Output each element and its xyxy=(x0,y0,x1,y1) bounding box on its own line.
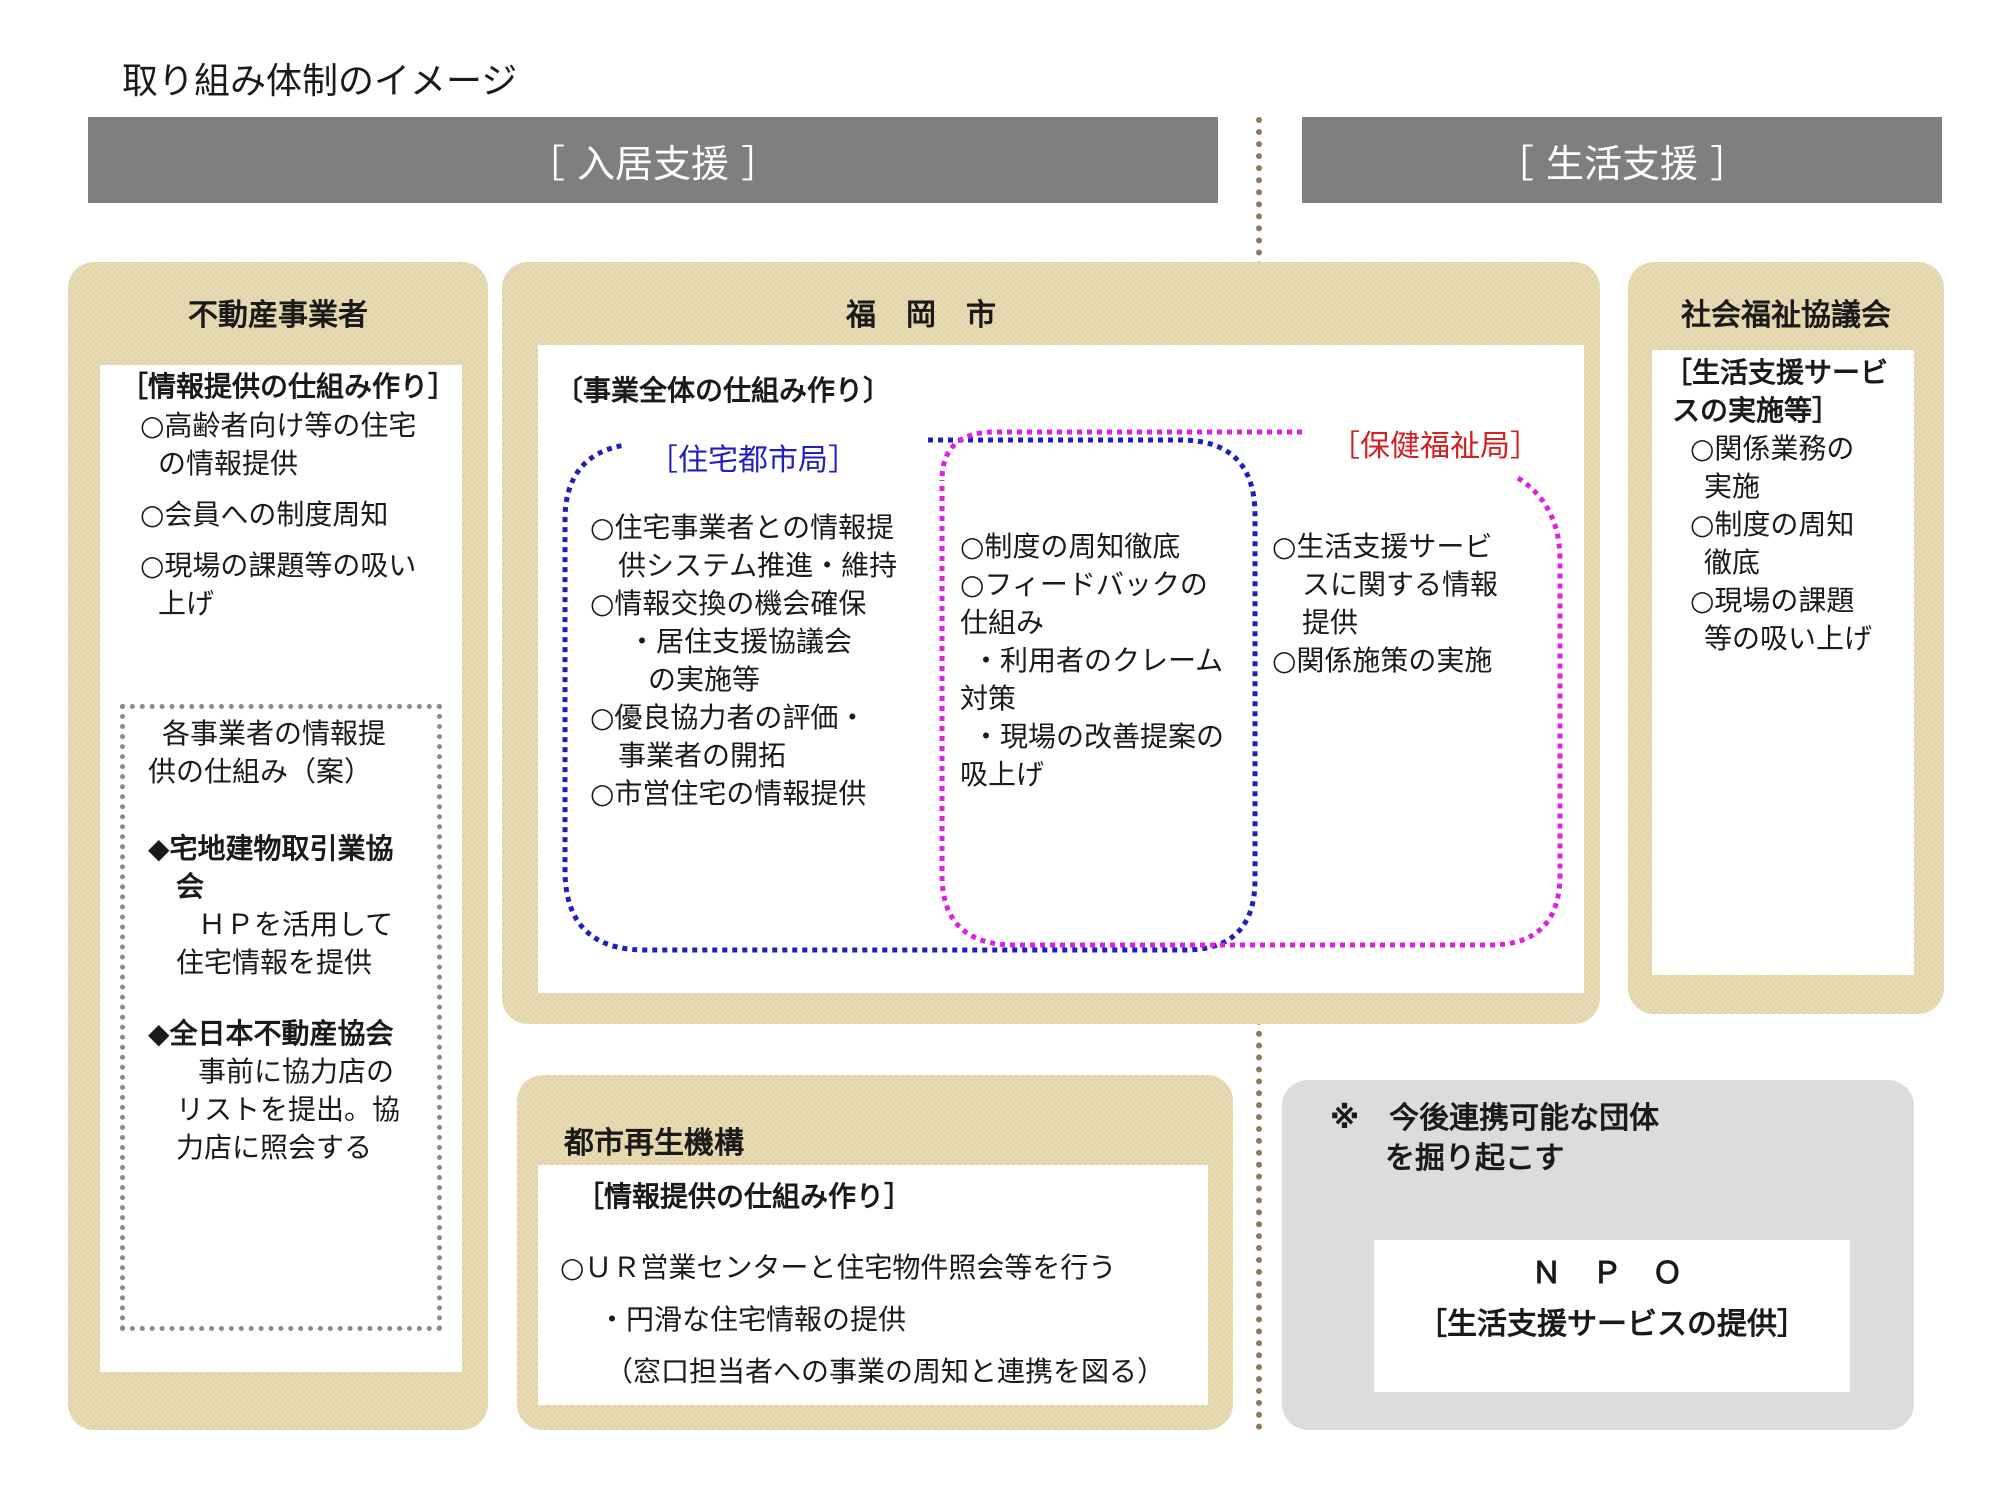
council-item: 徹底 xyxy=(1704,546,1761,579)
shared-item: ○フィードバックの xyxy=(960,568,1208,601)
housing-item: ○市営住宅の情報提供 xyxy=(590,777,867,810)
housing-item: ○情報交換の機会確保 xyxy=(590,587,867,620)
shared-item: ○制度の周知徹底 xyxy=(960,530,1181,563)
housing-item: 事業者の開拓 xyxy=(618,739,787,772)
council-item: 等の吸い上げ xyxy=(1704,622,1873,655)
council-item: ○関係業務の xyxy=(1690,432,1855,465)
shared-item: ・利用者のクレーム xyxy=(972,644,1224,677)
council-item: ○制度の周知 xyxy=(1690,508,1855,541)
shared-item: 仕組み xyxy=(960,606,1045,639)
npo-note: ※ 今後連携可能な団体 xyxy=(1330,1101,1660,1136)
housing-item: ・居住支援協議会 xyxy=(628,625,853,658)
council-item: 実施 xyxy=(1704,470,1761,503)
shared-item: 対策 xyxy=(960,682,1017,715)
ur-item: ○ＵＲ営業センターと住宅物件照会等を行う xyxy=(560,1251,1117,1284)
council-heading: 社会福祉協議会 xyxy=(1681,298,1891,333)
ur-item: ・円滑な住宅情報の提供 xyxy=(598,1303,907,1336)
housing-item: ○優良協力者の評価・ xyxy=(590,701,867,734)
shared-item: ・現場の改善提案の xyxy=(972,720,1225,753)
housing-item: の実施等 xyxy=(648,663,761,696)
welfare-item: 提供 xyxy=(1302,606,1359,639)
npo-name: Ｎ Ｐ Ｏ xyxy=(1531,1256,1693,1291)
council-subheading: スの実施等］ xyxy=(1672,394,1841,427)
shared-item: 吸上げ xyxy=(960,758,1045,791)
npo-note: を掘り起こす xyxy=(1385,1141,1565,1176)
ur-item: （窓口担当者への事業の周知と連携を図る） xyxy=(605,1355,1166,1388)
welfare-item: ○生活支援サービ xyxy=(1272,530,1493,563)
housing-item: 供システム推進・維持 xyxy=(618,549,898,582)
welfare-item: スに関する情報 xyxy=(1302,568,1499,601)
welfare-bureau-label: ［保健福祉局］ xyxy=(1330,429,1540,464)
ur-subheading: ［情報提供の仕組み作り］ xyxy=(576,1180,913,1213)
npo-role: ［生活支援サービスの提供］ xyxy=(1417,1307,1807,1342)
ur-heading: 都市再生機構 xyxy=(564,1126,744,1161)
council-subheading: ［生活支援サービ xyxy=(1664,356,1889,389)
welfare-item: ○関係施策の実施 xyxy=(1272,644,1493,677)
housing-item: ○住宅事業者との情報提 xyxy=(590,511,895,544)
housing-bureau-label: ［住宅都市局］ xyxy=(648,443,858,478)
council-item: ○現場の課題 xyxy=(1690,584,1855,617)
welfare-bureau-outline xyxy=(939,429,1563,948)
